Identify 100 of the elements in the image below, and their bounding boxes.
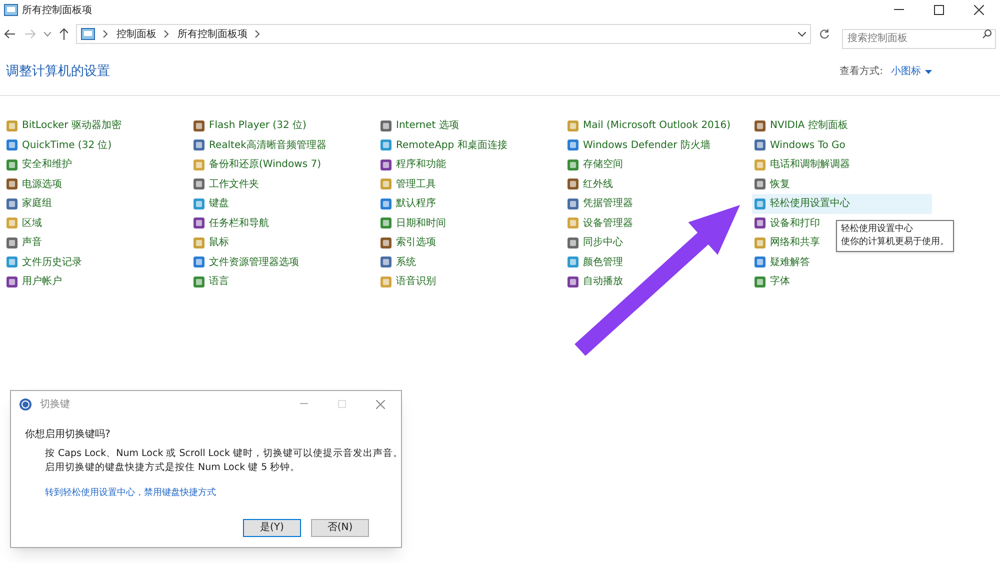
control-panel-item[interactable]: 索引选项 xyxy=(378,233,438,252)
tile-icon xyxy=(6,158,18,171)
dialog-button[interactable]: 否(N) xyxy=(311,518,369,536)
tile-icon xyxy=(380,178,392,190)
maximize-icon[interactable] xyxy=(934,5,944,15)
tile-icon xyxy=(380,256,392,268)
search-field[interactable]: 搜索控制面板 xyxy=(842,28,996,48)
control-panel-item[interactable]: Internet 选项 xyxy=(378,116,461,136)
settings-link[interactable]: 转到轻松使用设置中心，禁用键盘快捷方式 xyxy=(45,487,401,500)
control-panel-item[interactable]: 系统 xyxy=(378,252,418,272)
control-panel-item[interactable]: 家庭组 xyxy=(4,194,54,214)
chevron-icon[interactable] xyxy=(255,30,260,38)
view-label: 查看方式: xyxy=(840,64,883,79)
maximize-icon xyxy=(338,400,346,408)
tile-icon xyxy=(6,236,18,249)
control-panel-item[interactable]: 鼠标 xyxy=(191,233,231,252)
view-dropdown[interactable]: 小图标 xyxy=(891,64,932,79)
tile-icon xyxy=(6,276,18,288)
control-panel-item[interactable]: 管理工具 xyxy=(378,174,438,194)
caret-icon xyxy=(925,70,932,74)
control-panel-item[interactable]: 设备管理器 xyxy=(565,214,635,233)
tooltip-title: 轻松使用设置中心 xyxy=(841,223,914,236)
control-panel-item[interactable]: 设备和打印 xyxy=(752,214,822,233)
control-panel-item[interactable]: BitLocker 驱动器加密 xyxy=(4,116,124,136)
tile-icon xyxy=(6,178,18,190)
address-bar[interactable]: 控制面板 所有控制面板项 xyxy=(76,24,812,44)
control-panel-item[interactable]: 备份和还原(Windows 7) xyxy=(191,155,323,174)
control-panel-item[interactable]: Windows Defender 防火墙 xyxy=(565,136,712,155)
tile-icon xyxy=(567,256,579,268)
tile-icon xyxy=(6,217,18,230)
chevron-icon[interactable] xyxy=(164,30,170,38)
tooltip-text: 使你的计算机更易于使用。 xyxy=(841,236,949,249)
chevron-icon[interactable] xyxy=(103,30,108,38)
tile-icon xyxy=(567,139,579,152)
tile-icon xyxy=(567,198,579,210)
control-panel-item[interactable]: 电源选项 xyxy=(4,174,64,194)
up-icon[interactable] xyxy=(58,28,68,40)
control-panel-item[interactable]: Realtek高清晰音频管理器 xyxy=(191,136,328,155)
control-panel-item[interactable]: 任务栏和导航 xyxy=(191,214,271,233)
tile-icon xyxy=(754,158,766,171)
control-panel-item[interactable]: 存储空间 xyxy=(565,155,625,174)
tile-icon xyxy=(754,120,766,132)
tile-icon xyxy=(754,217,766,230)
dropdown-icon[interactable] xyxy=(798,32,806,36)
control-panel-item[interactable]: 恢复 xyxy=(752,174,792,194)
tile-icon xyxy=(193,158,205,171)
dialog-button[interactable]: 是(Y) xyxy=(243,518,301,536)
control-panel-item[interactable]: 工作文件夹 xyxy=(191,174,261,194)
control-panel-item[interactable]: 同步中心 xyxy=(565,233,625,252)
control-panel-icon xyxy=(4,4,18,16)
control-panel-item[interactable]: 语音识别 xyxy=(378,272,438,292)
control-panel-item[interactable]: 用户帐户 xyxy=(4,272,64,292)
control-panel-item[interactable]: 区域 xyxy=(4,214,44,233)
dialog-text: 按 Caps Lock、Num Lock 或 Scroll Lock 键时，切换键可以使提示音发出声音。 xyxy=(45,447,401,461)
back-icon[interactable] xyxy=(4,29,16,39)
close-icon[interactable] xyxy=(974,5,984,15)
breadcrumb[interactable]: 所有控制面板项 xyxy=(177,26,248,42)
control-panel-item[interactable]: Windows To Go xyxy=(752,136,848,155)
control-panel-item[interactable]: 字体 xyxy=(752,272,792,292)
minimize-icon[interactable] xyxy=(894,9,904,11)
page-heading: 调整计算机的设置 xyxy=(6,62,110,81)
tile-icon xyxy=(6,256,18,268)
tile-icon xyxy=(6,120,18,132)
control-panel-item[interactable]: 网络和共享 xyxy=(752,233,822,252)
tile-icon xyxy=(6,198,18,210)
control-panel-item[interactable]: Flash Player (32 位) xyxy=(191,116,308,136)
control-panel-item[interactable]: 程序和功能 xyxy=(378,155,448,174)
control-panel-item[interactable]: RemoteApp 和桌面连接 xyxy=(378,136,510,155)
control-panel-item[interactable]: NVIDIA 控制面板 xyxy=(752,116,850,136)
control-panel-item[interactable]: 文件资源管理器选项 xyxy=(191,252,301,272)
tile-icon xyxy=(754,178,766,190)
control-panel-item[interactable]: 语言 xyxy=(191,272,231,292)
tile-icon xyxy=(193,236,205,249)
control-panel-item[interactable]: 轻松使用设置中心 xyxy=(752,194,932,214)
control-panel-item[interactable]: 声音 xyxy=(4,233,44,252)
control-panel-item[interactable]: 疑难解答 xyxy=(752,252,812,272)
tile-icon xyxy=(567,236,579,249)
tile-icon xyxy=(6,139,18,152)
tile-icon xyxy=(193,198,205,210)
tile-icon xyxy=(380,236,392,249)
control-panel-item[interactable]: 默认程序 xyxy=(378,194,438,214)
dialog-text: 启用切换键的键盘快捷方式是按住 Num Lock 键 5 秒钟。 xyxy=(45,461,302,475)
control-panel-item[interactable]: 键盘 xyxy=(191,194,231,214)
tile-icon xyxy=(380,217,392,230)
breadcrumb[interactable]: 控制面板 xyxy=(116,26,156,42)
control-panel-item[interactable]: 自动播放 xyxy=(565,272,625,292)
control-panel-item[interactable]: 电话和调制解调器 xyxy=(752,155,852,174)
control-panel-item[interactable]: 日期和时间 xyxy=(378,214,448,233)
tile-icon xyxy=(380,120,392,132)
control-panel-item[interactable]: Mail (Microsoft Outlook 2016) xyxy=(565,116,733,136)
control-panel-item[interactable]: 文件历史记录 xyxy=(4,252,84,272)
tile-icon xyxy=(380,139,392,152)
refresh-icon[interactable] xyxy=(819,28,830,40)
control-panel-item[interactable]: 颜色管理 xyxy=(565,252,625,272)
tile-icon xyxy=(193,256,205,268)
tile-icon xyxy=(193,217,205,230)
control-panel-item[interactable]: QuickTime (32 位) xyxy=(4,136,114,155)
control-panel-item[interactable]: 安全和维护 xyxy=(4,155,74,174)
control-panel-item[interactable]: 凭据管理器 xyxy=(565,194,635,214)
control-panel-item[interactable]: 红外线 xyxy=(565,174,615,194)
